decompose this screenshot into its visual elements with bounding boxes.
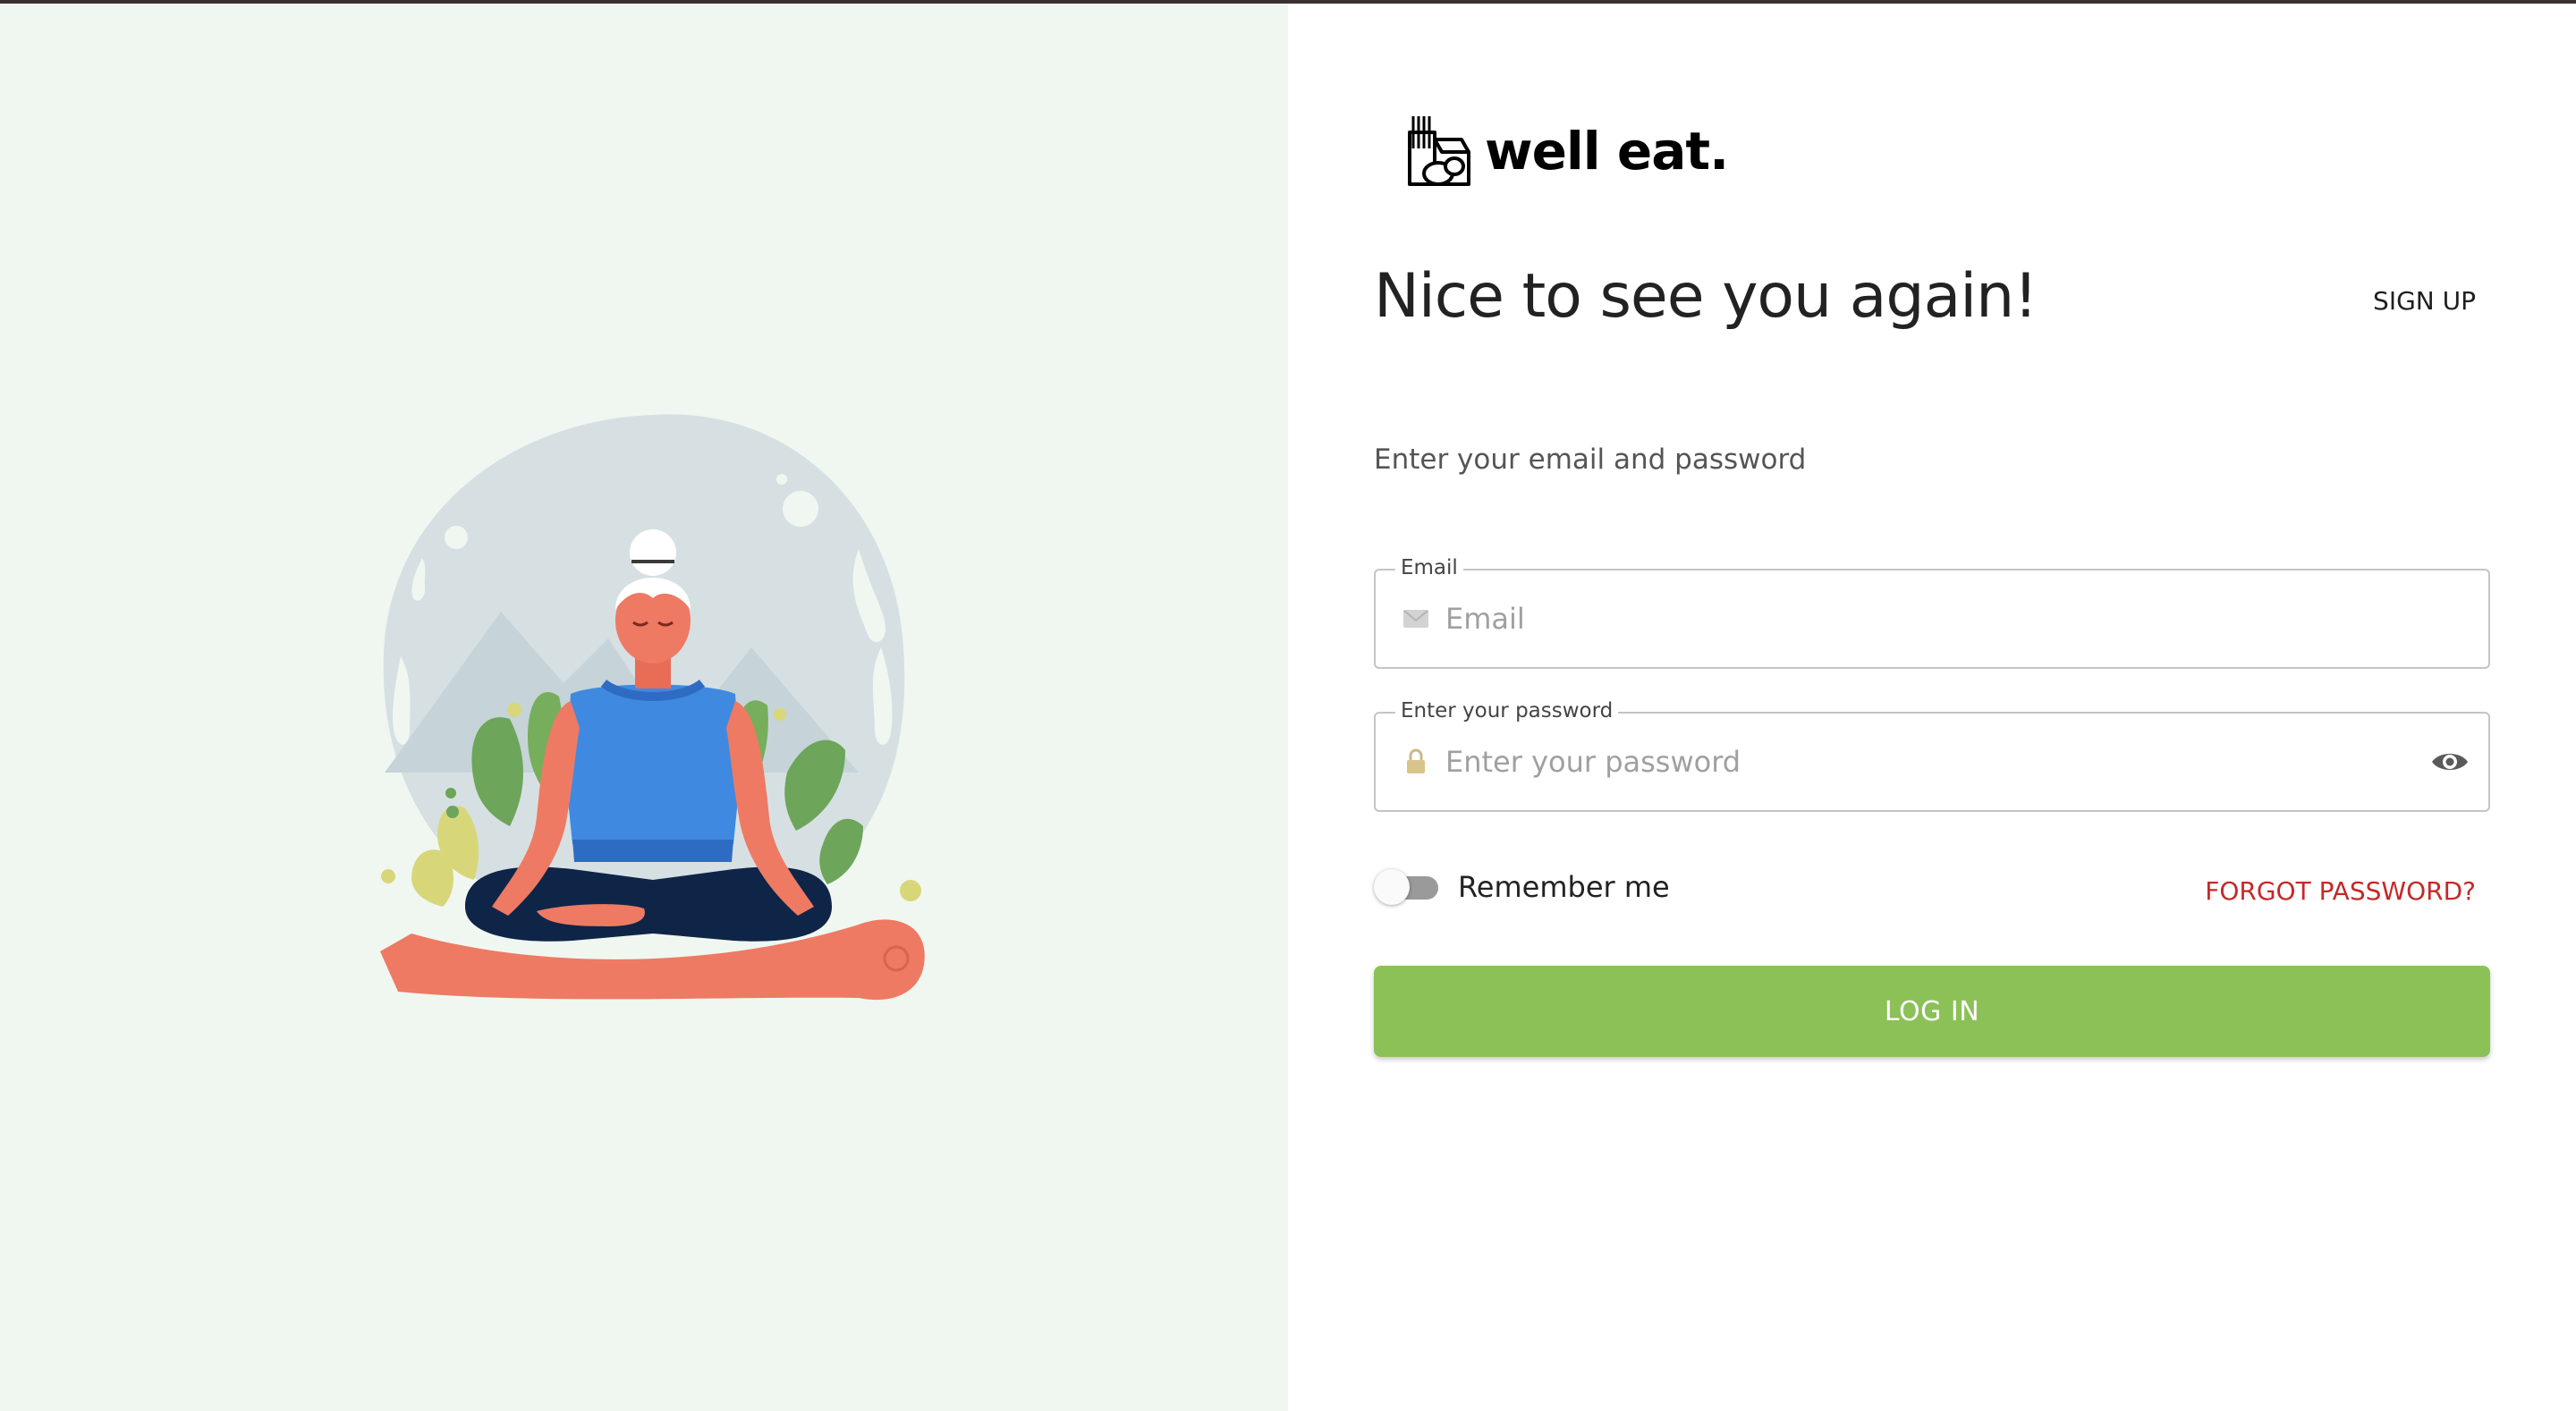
remember-me-toggle[interactable]: [1374, 867, 1442, 907]
toggle-thumb: [1374, 869, 1410, 905]
email-label: Email: [1395, 556, 1463, 579]
brand-logo: well eat.: [1402, 113, 1729, 190]
eye-icon[interactable]: [2429, 741, 2470, 782]
remember-me-row: Remember me: [1374, 867, 1670, 907]
email-input[interactable]: [1444, 601, 2488, 637]
email-field[interactable]: Email: [1374, 556, 2490, 669]
password-label: Enter your password: [1395, 699, 1619, 722]
password-field[interactable]: Enter your password: [1374, 699, 2490, 812]
grocery-bag-icon: [1408, 116, 1470, 186]
login-page: well eat. Nice to see you again! SIGN UP…: [0, 0, 2576, 1411]
forgot-password-link[interactable]: FORGOT PASSWORD?: [2205, 876, 2476, 906]
password-input[interactable]: [1444, 744, 2429, 780]
meditation-illustration: [380, 414, 925, 1001]
form-instructions: Enter your email and password: [1374, 444, 1807, 476]
login-panel: well eat. Nice to see you again! SIGN UP…: [1288, 4, 2576, 1411]
brand-name: well eat.: [1485, 121, 1729, 182]
lock-icon: [1401, 747, 1431, 777]
page-title: Nice to see you again!: [1374, 261, 2038, 332]
signup-link[interactable]: SIGN UP: [2373, 286, 2476, 316]
illustration-panel: [0, 4, 1288, 1411]
mail-icon: [1401, 604, 1431, 634]
login-button[interactable]: LOG IN: [1374, 966, 2490, 1057]
remember-me-label[interactable]: Remember me: [1458, 870, 1670, 904]
